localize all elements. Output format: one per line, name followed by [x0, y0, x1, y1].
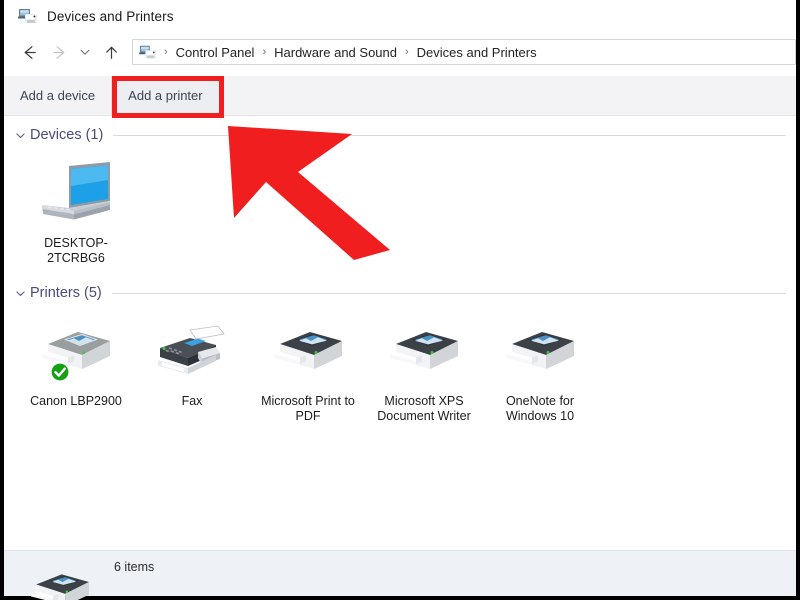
- forward-arrow-icon[interactable]: [44, 37, 74, 67]
- printer-item-onenote[interactable]: OneNote for Windows 10: [482, 306, 598, 424]
- printer-item-canon[interactable]: Canon LBP2900: [18, 306, 134, 409]
- devices-and-printers-window: Devices and Printers › Control Panel › H…: [0, 0, 800, 600]
- printer-icon: [34, 314, 118, 388]
- printer-item-label: Microsoft XPS Document Writer: [377, 394, 471, 423]
- status-item-count: 6 items: [114, 559, 155, 574]
- group-divider: [113, 134, 786, 136]
- printer-item-label: Microsoft Print to PDF: [261, 394, 355, 423]
- breadcrumb-separator: ›: [404, 45, 409, 58]
- window-titlebar: Devices and Printers: [4, 0, 796, 32]
- group-header-devices[interactable]: Devices (1): [4, 122, 796, 148]
- back-arrow-icon[interactable]: [14, 37, 44, 67]
- breadcrumb-separator: ›: [262, 45, 267, 58]
- devices-printers-icon: [18, 7, 38, 25]
- printer-item-print-to-pdf[interactable]: Microsoft Print to PDF: [250, 306, 366, 424]
- chevron-down-icon[interactable]: [12, 285, 28, 301]
- printer-icon: [266, 314, 350, 388]
- items-view: Devices (1) DESKTOP-2TCRBG6 Printers (5)…: [4, 116, 796, 550]
- breadcrumb-item-control-panel[interactable]: Control Panel: [173, 45, 258, 60]
- devices-printers-icon: [139, 44, 157, 60]
- chevron-down-icon[interactable]: [74, 37, 96, 67]
- add-a-device-button[interactable]: Add a device: [4, 76, 111, 115]
- printer-item-fax[interactable]: Fax: [134, 306, 250, 409]
- printer-item-xps-document-writer[interactable]: Microsoft XPS Document Writer: [366, 306, 482, 424]
- group-divider: [111, 292, 786, 294]
- printer-item-label: OneNote for Windows 10: [505, 394, 575, 423]
- printers-tile-list: Canon LBP2900 Fax Microsoft Print to PDF…: [4, 306, 796, 424]
- breadcrumb-separator: ›: [164, 45, 168, 58]
- printer-item-label: Fax: [181, 394, 203, 408]
- add-a-printer-button[interactable]: Add a printer: [111, 76, 220, 115]
- group-label-devices: Devices (1): [30, 127, 104, 143]
- navigation-bar: › Control Panel › Hardware and Sound › D…: [4, 32, 796, 72]
- printer-icon: [498, 314, 582, 388]
- command-toolbar: Add a device Add a printer: [4, 76, 796, 116]
- printer-icon: [382, 314, 466, 388]
- group-header-printers[interactable]: Printers (5): [4, 280, 796, 306]
- device-item-desktop[interactable]: DESKTOP-2TCRBG6: [18, 148, 134, 266]
- breadcrumb-item-hardware-and-sound[interactable]: Hardware and Sound: [271, 45, 400, 60]
- laptop-icon: [34, 156, 118, 230]
- printer-item-label: Canon LBP2900: [30, 394, 122, 408]
- address-bar[interactable]: › Control Panel › Hardware and Sound › D…: [132, 39, 796, 65]
- devices-tile-list: DESKTOP-2TCRBG6: [4, 148, 796, 266]
- up-arrow-icon[interactable]: [96, 37, 126, 67]
- breadcrumb-item-devices-and-printers[interactable]: Devices and Printers: [414, 45, 540, 60]
- printer-icon: [24, 559, 96, 600]
- window-title: Devices and Printers: [47, 8, 174, 24]
- status-bar: 6 items: [4, 550, 796, 600]
- chevron-down-icon[interactable]: [12, 127, 28, 143]
- group-label-printers: Printers (5): [30, 285, 102, 301]
- device-item-label: DESKTOP-2TCRBG6: [44, 236, 108, 265]
- fax-icon: [150, 314, 234, 388]
